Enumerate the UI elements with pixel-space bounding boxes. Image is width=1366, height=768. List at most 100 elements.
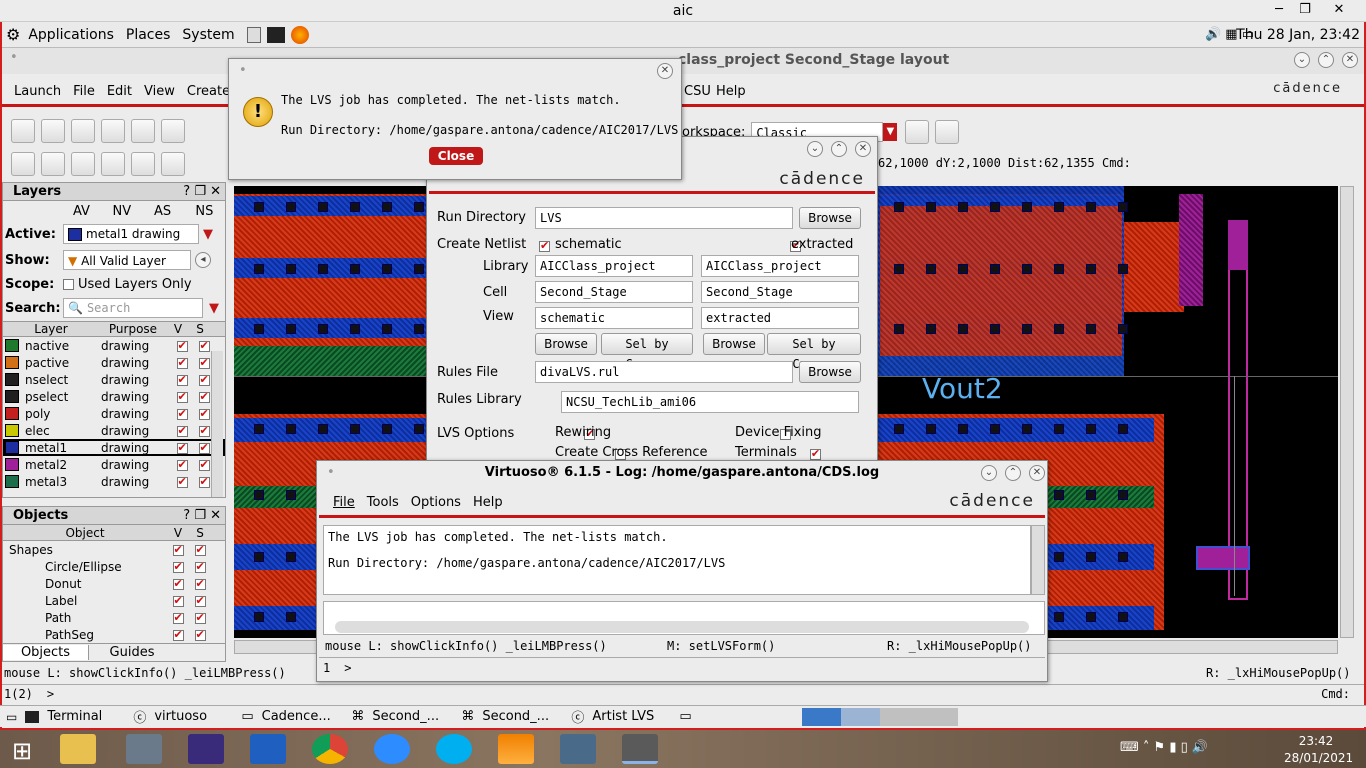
word-icon[interactable]	[250, 734, 286, 764]
open-icon[interactable]	[11, 119, 35, 143]
schematic-checkbox[interactable]	[539, 239, 550, 252]
task-artist-lvs[interactable]: ⓒ Artist LVS	[571, 707, 671, 726]
layer-row-pselect[interactable]: pselect drawing	[3, 388, 225, 405]
layer-visible-checkbox[interactable]	[176, 339, 188, 352]
menu-create[interactable]: Create	[187, 84, 230, 99]
object-row[interactable]: Shapes	[3, 541, 225, 558]
ns-col[interactable]: NS	[195, 204, 225, 219]
col-purpose[interactable]: Purpose	[99, 322, 167, 336]
menu-view[interactable]: View	[144, 84, 175, 99]
log-max-icon[interactable]: ⌃	[1005, 465, 1021, 481]
search-dropdown-icon[interactable]: ▼	[209, 301, 219, 316]
ext-library-input[interactable]: AICClass_project	[701, 255, 859, 277]
snap-icon[interactable]	[71, 152, 95, 176]
layer-row-metal1[interactable]: metal1 drawing	[3, 439, 225, 456]
vlc-icon[interactable]	[498, 734, 534, 764]
object-row[interactable]: Path	[3, 609, 225, 626]
layer-row-poly[interactable]: poly drawing	[3, 405, 225, 422]
log-close-icon[interactable]: ✕	[1029, 465, 1045, 481]
search-input[interactable]: 🔍 Search	[63, 298, 203, 318]
active-layer-select[interactable]: metal1 drawing	[63, 224, 199, 244]
maximize-icon[interactable]: ❐	[1296, 2, 1314, 18]
run-directory-browse-button[interactable]: Browse	[799, 207, 861, 229]
layer-visible-checkbox[interactable]	[176, 424, 188, 437]
object-row[interactable]: Label	[3, 592, 225, 609]
sch-cell-input[interactable]: Second_Stage	[535, 281, 693, 303]
layers-scrollbar[interactable]	[211, 351, 223, 497]
layer-row-elec[interactable]: elec drawing	[3, 422, 225, 439]
workspace-save-icon[interactable]	[905, 120, 930, 144]
col-obj-v[interactable]: V	[167, 526, 189, 540]
lvs-form-min-icon[interactable]: ⌄	[807, 141, 823, 157]
nv-col[interactable]: NV	[112, 204, 153, 219]
workspace-switcher[interactable]	[802, 707, 958, 726]
move-icon[interactable]	[131, 119, 155, 143]
main-cmd-line[interactable]: 1(2) > Cmd:	[2, 684, 1364, 704]
sch-sel-by-cursor-button[interactable]: Sel by Cursor	[601, 333, 693, 371]
zoom-icon[interactable]	[374, 734, 410, 764]
rules-file-input[interactable]: divaLVS.rul	[535, 361, 793, 383]
object-visible-checkbox[interactable]	[172, 560, 184, 573]
close-icon[interactable]: ✕	[1330, 2, 1348, 18]
task-second-1[interactable]: ⌘ Second_...	[351, 709, 461, 724]
file-explorer-icon[interactable]	[60, 734, 96, 764]
firefox-icon[interactable]	[290, 25, 309, 44]
show-desktop-icon[interactable]: ▭	[6, 710, 17, 724]
object-selectable-checkbox[interactable]	[194, 628, 206, 641]
object-selectable-checkbox[interactable]	[194, 594, 206, 607]
layer-selectable-checkbox[interactable]	[198, 458, 210, 471]
windows-time[interactable]: 23:42	[1290, 734, 1342, 748]
log-min-icon[interactable]: ⌄	[981, 465, 997, 481]
layer-visible-checkbox[interactable]	[176, 475, 188, 488]
tab-objects[interactable]: Objects	[3, 645, 89, 660]
menu-launch[interactable]: Launch	[14, 84, 61, 99]
layer-selectable-checkbox[interactable]	[198, 441, 210, 454]
av-col[interactable]: AV	[73, 204, 112, 219]
chrome-icon[interactable]	[312, 734, 348, 764]
lvs-form-close-icon[interactable]: ✕	[855, 141, 871, 157]
layers-panel-controls-icon[interactable]: ? ❐ ✕	[183, 183, 221, 201]
col-layer[interactable]: Layer	[3, 322, 99, 336]
workspace-dropdown-icon[interactable]: ▼	[883, 123, 898, 141]
copy-icon[interactable]	[161, 119, 185, 143]
undo-icon[interactable]	[71, 119, 95, 143]
terminal-icon[interactable]	[266, 26, 285, 43]
save-icon[interactable]	[41, 119, 65, 143]
layer-row-metal2[interactable]: metal2 drawing	[3, 456, 225, 473]
layer-selectable-checkbox[interactable]	[198, 390, 210, 403]
dialog-close-button[interactable]: Close	[429, 147, 483, 165]
col-v[interactable]: V	[167, 322, 189, 336]
menu-ncsu[interactable]: CSU	[684, 84, 711, 99]
app-icon-2[interactable]	[126, 734, 162, 764]
layer-row-metal3[interactable]: metal3 drawing	[3, 473, 225, 490]
menu-edit[interactable]: Edit	[107, 84, 132, 99]
warning-icon[interactable]	[161, 152, 185, 176]
layer-selectable-checkbox[interactable]	[198, 373, 210, 386]
stop-icon[interactable]	[131, 152, 155, 176]
layer-visible-checkbox[interactable]	[176, 458, 188, 471]
layer-row-nactive[interactable]: nactive drawing	[3, 337, 225, 354]
tex-icon[interactable]	[188, 734, 224, 764]
task-terminal[interactable]: Terminal	[25, 709, 133, 724]
log-menu-tools[interactable]: Tools	[367, 495, 399, 510]
col-obj-s[interactable]: S	[189, 526, 211, 540]
as-col[interactable]: AS	[154, 204, 195, 219]
log-input-h-scrollbar[interactable]	[335, 621, 1029, 633]
layer-selectable-checkbox[interactable]	[198, 407, 210, 420]
object-visible-checkbox[interactable]	[172, 577, 184, 590]
dialog-menu-dot[interactable]: •	[239, 63, 247, 78]
hand-icon[interactable]	[41, 152, 65, 176]
object-selectable-checkbox[interactable]	[194, 560, 206, 573]
scope-checkbox[interactable]	[63, 278, 74, 290]
workspace-load-icon[interactable]	[935, 120, 960, 144]
object-selectable-checkbox[interactable]	[194, 577, 206, 590]
layer-selectable-checkbox[interactable]	[198, 424, 210, 437]
xming-icon-1[interactable]	[560, 734, 596, 764]
menu-applications[interactable]: Applications	[28, 27, 114, 43]
skype-icon[interactable]	[436, 734, 472, 764]
inspect-icon[interactable]	[101, 152, 125, 176]
layer-visible-checkbox[interactable]	[176, 356, 188, 369]
layer-visible-checkbox[interactable]	[176, 407, 188, 420]
show-filter-select[interactable]: ▼ All Valid Layer	[63, 250, 191, 270]
menu-file[interactable]: File	[73, 84, 95, 99]
